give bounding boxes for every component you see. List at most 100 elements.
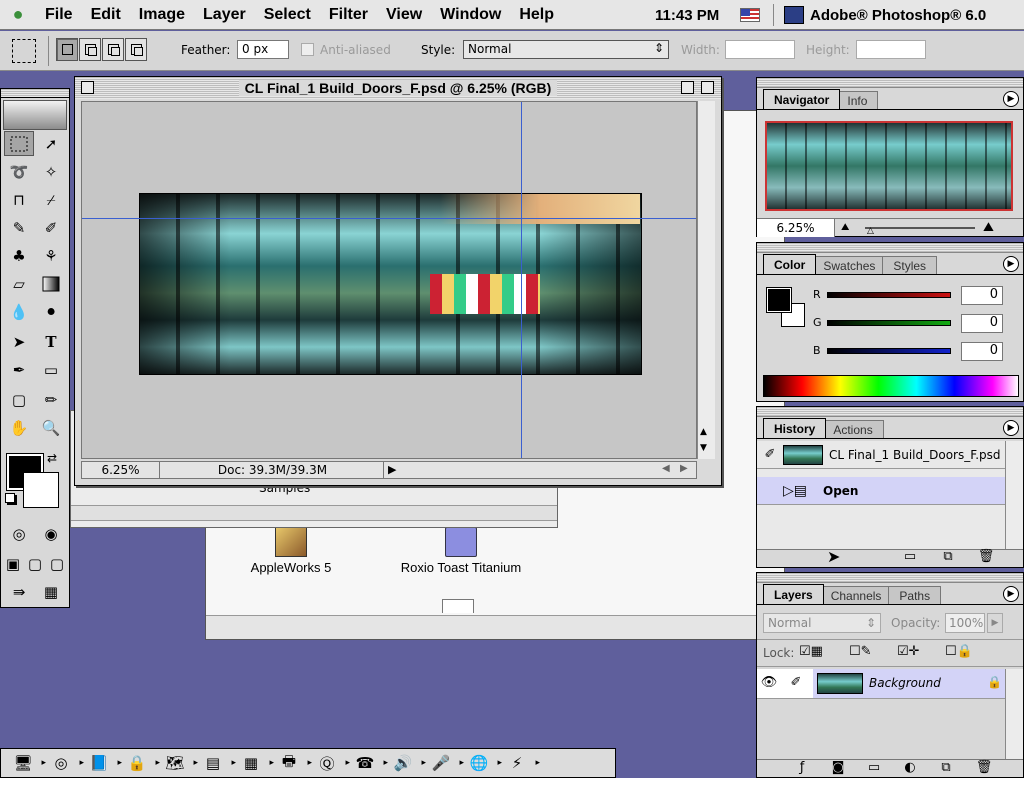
menu-layer[interactable]: Layer [194,0,255,30]
red-channel-value[interactable]: 0 [961,286,1003,305]
notes-tool-icon[interactable]: ▢ [4,387,34,412]
intersect-selection-button[interactable] [125,38,147,61]
layer-visibility-eye-icon[interactable]: 👁 [757,669,781,698]
width-input[interactable] [725,40,795,59]
history-state-open[interactable]: ▷▤ Open [757,477,1005,505]
opacity-input[interactable]: 100% [945,613,985,633]
blue-channel-slider[interactable] [827,348,951,354]
menubar-clock[interactable]: 11:43 PM [655,0,719,30]
palette-menu-icon[interactable]: ▶ [1003,586,1019,602]
document-canvas[interactable] [81,101,697,459]
blend-mode-select[interactable]: Normal ⇕ [763,613,881,633]
tab-paths[interactable]: Paths [888,586,942,604]
style-select[interactable]: Normal ⇕ [463,40,669,59]
zoom-box-icon[interactable] [681,81,694,94]
cd-strip-icon[interactable]: ◎ [47,751,84,775]
green-channel-value[interactable]: 0 [961,314,1003,333]
tab-styles[interactable]: Styles [882,256,938,274]
swap-colors-icon[interactable]: ⇄ [47,451,57,465]
eyedropper-tool-icon[interactable]: ✏ [36,387,66,412]
quicktime-strip-icon[interactable]: Ⓠ [313,751,350,775]
new-document-from-state-icon[interactable]: ▭ [901,548,919,564]
full-screen-mode-icon[interactable]: ▢ [46,551,68,576]
anti-aliased-checkbox[interactable] [301,43,314,56]
apple-menu-icon[interactable]: ● [0,0,36,30]
default-colors-icon[interactable] [5,493,15,503]
close-box-icon[interactable] [81,81,94,94]
palette-menu-icon[interactable]: ▶ [1003,420,1019,436]
tab-navigator[interactable]: Navigator [763,89,841,109]
web-sharing-strip-icon[interactable]: 🌐 [465,751,502,775]
new-adjustment-layer-icon[interactable]: ◐ [901,759,919,775]
imageready-icon[interactable]: ▦ [36,579,66,604]
add-to-selection-button[interactable] [79,38,101,61]
zoom-tool-icon[interactable]: 🔍 [36,415,66,440]
keychain-strip-icon[interactable]: 🔒 [123,751,160,775]
scroll-up-arrow-icon[interactable]: ▲ [700,427,707,437]
application-menu[interactable]: Adobe® Photoshop® 6.0 [784,0,986,30]
adobe-online-eye-icon[interactable] [3,100,67,130]
tab-color[interactable]: Color [763,254,817,274]
slice-tool-icon[interactable]: ⌿ [36,187,66,212]
subtract-from-selection-button[interactable] [102,38,124,61]
blue-channel-value[interactable]: 0 [961,342,1003,361]
navigator-thumbnail[interactable] [765,121,1013,211]
status-menu-arrow-icon[interactable]: ▶ [388,463,396,476]
type-tool-icon[interactable]: T [36,329,66,354]
full-screen-menu-mode-icon[interactable]: ▢ [24,551,46,576]
dodge-tool-icon[interactable]: ⚫ [36,299,66,324]
horizontal-guide[interactable] [82,218,696,219]
clone-stamp-tool-icon[interactable]: ♣ [4,243,34,268]
blur-tool-icon[interactable]: 💧 [4,299,34,324]
move-tool-icon[interactable]: ➚ [36,131,66,156]
scroll-down-arrow-icon[interactable]: ▼ [700,443,707,453]
color-palette-title-bar[interactable] [757,243,1023,253]
tab-info[interactable]: Info [836,91,879,109]
lock-all-icon[interactable]: ☐🔒 [945,644,973,659]
delete-layer-icon[interactable]: 🗑 [975,759,993,775]
magic-wand-tool-icon[interactable]: ✧ [36,159,66,184]
vertical-guide[interactable] [521,102,522,458]
path-selection-tool-icon[interactable]: ➤ [4,329,34,354]
layers-palette-title-bar[interactable] [757,573,1023,583]
opacity-arrow-icon[interactable]: ▶ [987,613,1003,633]
palette-menu-icon[interactable]: ▶ [1003,256,1019,272]
printer-strip-icon[interactable]: 🖶 [275,751,312,775]
history-brush-source-icon[interactable]: ✐ [757,447,783,462]
height-input[interactable] [856,40,926,59]
keyboard-flag-icon[interactable] [740,8,760,22]
quick-mask-mode-icon[interactable]: ◉ [36,521,66,546]
menu-filter[interactable]: Filter [320,0,377,30]
history-brush-tool-icon[interactable]: ⚘ [36,243,66,268]
navigator-palette-title-bar[interactable] [757,78,1023,88]
hand-tool-icon[interactable]: ✋ [4,415,34,440]
feather-input[interactable]: 0 px [237,40,289,59]
navigator-zoom-field[interactable]: 6.25% [757,219,835,237]
history-palette-title-bar[interactable] [757,407,1023,417]
zoom-slider-thumb-icon[interactable]: △ [867,226,874,236]
tab-history[interactable]: History [763,418,827,438]
zoom-in-mountain-icon[interactable]: ⛰ [983,220,994,235]
toolbox-title-bar[interactable] [1,89,69,98]
trash-icon[interactable]: 🗑 [977,548,995,564]
standard-mode-icon[interactable]: ◎ [4,521,34,546]
lock-transparency-icon[interactable]: ☑▦ [799,644,823,659]
background-color-swatch[interactable] [23,472,59,508]
navigator-zoom-slider[interactable] [865,227,975,229]
eraser-tool-icon[interactable]: ▱ [4,271,34,296]
document-title-bar[interactable]: CL Final_1 Build_Doors_F.psd @ 6.25% (RG… [75,77,721,99]
new-layer-icon[interactable]: ⧉ [937,759,955,775]
menu-edit[interactable]: Edit [82,0,130,30]
rectangle-shape-tool-icon[interactable]: ▭ [36,357,66,382]
tab-layers[interactable]: Layers [763,584,824,604]
layer-brush-link-icon[interactable]: ✐ [781,669,811,698]
green-channel-slider[interactable] [827,320,951,326]
document-zoom-field[interactable]: 6.25% [82,462,160,478]
crop-tool-icon[interactable]: ⊓ [4,187,34,212]
roxio-toast-folder-icon[interactable]: Roxio Toast Titanium [386,527,536,575]
menu-window[interactable]: Window [431,0,510,30]
scroll-right-arrow-icon[interactable]: ▶ [680,463,688,474]
palette-menu-icon[interactable]: ▶ [1003,91,1019,107]
rectangular-marquee-tool-icon[interactable] [4,131,34,156]
menu-image[interactable]: Image [130,0,194,30]
